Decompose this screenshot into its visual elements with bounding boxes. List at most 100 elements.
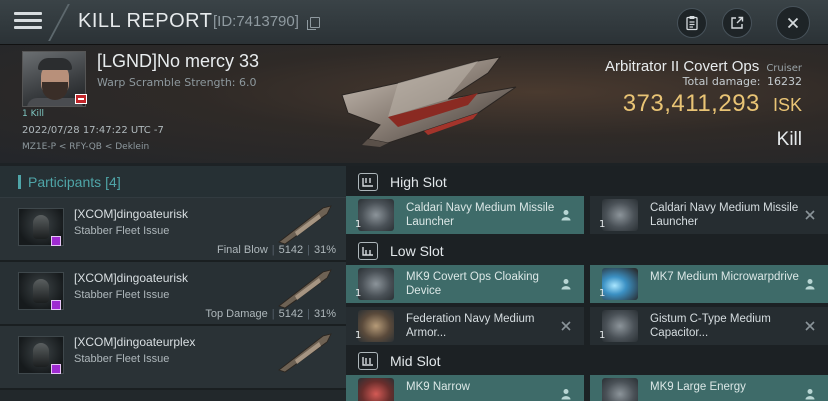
clipboard-icon bbox=[686, 16, 698, 31]
isk-value-row: 373,411,293 ISK bbox=[623, 90, 802, 118]
narrow-module-icon bbox=[358, 378, 394, 401]
module-name: MK7 Medium Microwarpdrive bbox=[650, 271, 799, 283]
kill-id: [ID:7413790] bbox=[213, 13, 299, 30]
participant-damage: 5142 bbox=[278, 308, 304, 320]
victim-ship-image[interactable] bbox=[328, 47, 528, 157]
destroyed-x-icon bbox=[561, 321, 571, 331]
participant-row[interactable]: [XCOM]dingoateurisk Stabber Fleet Issue … bbox=[0, 198, 346, 262]
module-quantity: 1 bbox=[599, 330, 606, 341]
dropped-person-icon bbox=[805, 389, 815, 400]
participant-name: [XCOM]dingoateurplex bbox=[74, 335, 196, 349]
module-item[interactable]: MK9 Narrow bbox=[346, 375, 584, 401]
participant-tag: Top Damage bbox=[205, 308, 268, 320]
share-button[interactable] bbox=[722, 8, 752, 38]
participant-tag: Final Blow bbox=[217, 244, 268, 256]
isk-unit: ISK bbox=[772, 95, 802, 115]
kill-report-header: KILL REPORT [ID:7413790] bbox=[0, 0, 828, 45]
kill-summary: 1 Kill [LGND]No mercy 33 Warp Scramble S… bbox=[0, 45, 828, 163]
capacitor-icon bbox=[602, 310, 638, 342]
high-slot-title: High Slot bbox=[390, 174, 447, 190]
participant-percent: 31% bbox=[313, 244, 336, 256]
participant-stats: Top Damage | 5142 | 31% bbox=[205, 308, 336, 320]
victim-ship-row: Arbitrator II Covert Ops Cruiser bbox=[605, 56, 802, 75]
module-item[interactable]: MK9 Large Energy bbox=[590, 375, 828, 401]
participants-panel: Participants [4] [XCOM]dingoateurisk Sta… bbox=[0, 166, 346, 401]
total-damage: Total damage: 16232 bbox=[683, 75, 802, 88]
module-name: MK9 Narrow bbox=[406, 381, 470, 393]
participants-header[interactable]: Participants [4] bbox=[0, 166, 346, 198]
energy-module-icon bbox=[602, 378, 638, 401]
copy-icon[interactable] bbox=[307, 17, 320, 30]
module-name: Gistum C-Type Medium Capacitor... bbox=[650, 313, 771, 339]
victim-name[interactable]: [LGND]No mercy 33 bbox=[97, 51, 259, 72]
share-icon bbox=[731, 16, 744, 29]
module-item[interactable]: 1 Caldari Navy Medium Missile Launcher bbox=[346, 196, 584, 234]
missile-launcher-icon bbox=[602, 199, 638, 231]
module-name: Federation Navy Medium Armor... bbox=[406, 313, 535, 339]
participant-ship-image bbox=[278, 269, 332, 309]
module-quantity: 1 bbox=[599, 219, 606, 230]
module-item[interactable]: 1 Gistum C-Type Medium Capacitor... bbox=[590, 307, 828, 345]
module-item[interactable]: 1 Caldari Navy Medium Missile Launcher bbox=[590, 196, 828, 234]
participant-row[interactable]: [XCOM]dingoateurisk Stabber Fleet Issue … bbox=[0, 262, 346, 326]
destroyed-x-icon bbox=[805, 321, 815, 331]
kill-type-label: Kill bbox=[776, 129, 802, 150]
cloaking-device-icon bbox=[358, 268, 394, 300]
module-item[interactable]: 1 MK9 Covert Ops Cloaking Device bbox=[346, 265, 584, 303]
close-button[interactable] bbox=[776, 6, 810, 40]
total-damage-label: Total damage: bbox=[682, 75, 761, 88]
dropped-person-icon bbox=[561, 389, 571, 400]
participant-name: [XCOM]dingoateurisk bbox=[74, 207, 189, 221]
corp-tag-icon bbox=[51, 364, 61, 374]
standing-badge-icon bbox=[75, 94, 87, 104]
participant-avatar[interactable] bbox=[18, 336, 64, 374]
participant-avatar[interactable] bbox=[18, 208, 64, 246]
dropped-person-icon bbox=[561, 210, 571, 221]
module-name: Caldari Navy Medium Missile Launcher bbox=[650, 202, 799, 228]
module-item[interactable]: 1 Federation Navy Medium Armor... bbox=[346, 307, 584, 345]
participant-row[interactable]: [XCOM]dingoateurplex Stabber Fleet Issue bbox=[0, 326, 346, 390]
dropped-person-icon bbox=[805, 279, 815, 290]
victim-ship-class: Cruiser bbox=[766, 63, 802, 74]
participant-percent: 31% bbox=[313, 308, 336, 320]
low-slot-title: Low Slot bbox=[390, 243, 444, 259]
low-slot-header: Low Slot bbox=[346, 237, 828, 265]
kill-location[interactable]: MZ1E-P < RFY-QB < Deklein bbox=[22, 142, 149, 152]
notes-button[interactable] bbox=[677, 8, 707, 38]
participants-label: Participants bbox=[28, 173, 102, 190]
module-quantity: 1 bbox=[355, 288, 362, 299]
kill-timestamp: 2022/07/28 17:47:22 UTC -7 bbox=[22, 125, 164, 136]
module-name: MK9 Large Energy bbox=[650, 381, 746, 393]
destroyed-x-icon bbox=[805, 210, 815, 220]
dropped-person-icon bbox=[561, 279, 571, 290]
participant-avatar[interactable] bbox=[18, 272, 64, 310]
corp-tag-icon bbox=[51, 236, 61, 246]
participants-count: [4] bbox=[105, 173, 121, 190]
module-name: MK9 Covert Ops Cloaking Device bbox=[406, 271, 539, 297]
participant-stats: Final Blow | 5142 | 31% bbox=[217, 244, 336, 256]
module-item[interactable]: 1 MK7 Medium Microwarpdrive bbox=[590, 265, 828, 303]
hamburger-menu-icon[interactable] bbox=[14, 12, 42, 32]
mid-slot-header: Mid Slot bbox=[346, 347, 828, 375]
high-slot-icon bbox=[358, 173, 378, 191]
mid-slot-icon bbox=[358, 352, 378, 370]
missile-launcher-icon bbox=[358, 199, 394, 231]
victim-ship-name[interactable]: Arbitrator II Covert Ops bbox=[605, 58, 759, 75]
fitting-panel: High Slot 1 Caldari Navy Medium Missile … bbox=[346, 166, 828, 401]
section-marker bbox=[18, 174, 21, 189]
total-damage-value: 16232 bbox=[767, 75, 802, 88]
armor-plate-icon bbox=[358, 310, 394, 342]
module-quantity: 1 bbox=[599, 288, 606, 299]
module-name: Caldari Navy Medium Missile Launcher bbox=[406, 202, 555, 228]
close-icon bbox=[787, 17, 799, 29]
microwarpdrive-icon bbox=[602, 268, 638, 300]
page-title: KILL REPORT bbox=[78, 10, 213, 32]
isk-value: 373,411,293 bbox=[622, 90, 760, 117]
participant-name: [XCOM]dingoateurisk bbox=[74, 271, 189, 285]
participant-damage: 5142 bbox=[278, 244, 304, 256]
module-quantity: 1 bbox=[355, 330, 362, 341]
module-quantity: 1 bbox=[355, 219, 362, 230]
corp-tag-icon bbox=[51, 300, 61, 310]
participant-ship: Stabber Fleet Issue bbox=[74, 225, 170, 237]
participant-ship-image bbox=[278, 333, 332, 373]
